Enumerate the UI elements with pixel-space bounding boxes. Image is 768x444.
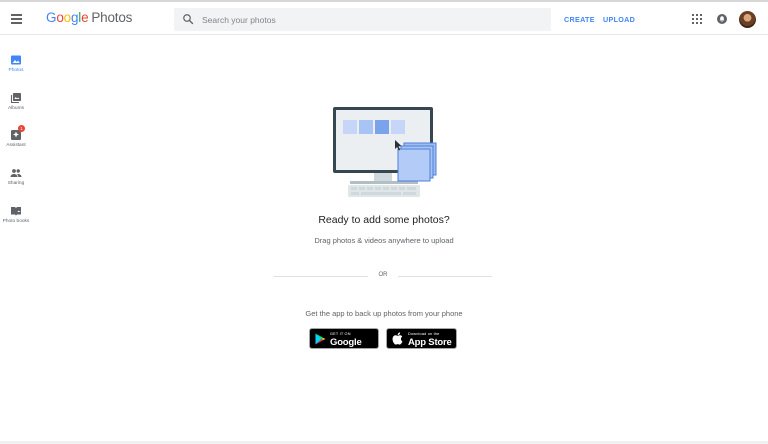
sidebar-item-assistant[interactable]: 1 Assistant <box>0 125 32 159</box>
sidebar-item-label: Assistant <box>6 143 26 148</box>
app-store-label: App Store <box>408 337 452 348</box>
search-bar[interactable] <box>174 8 551 31</box>
empty-state-subtitle: Drag photos & videos anywhere to upload <box>314 236 454 245</box>
get-app-prompt: Get the app to back up photos from your … <box>305 309 463 318</box>
account-avatar[interactable] <box>739 11 756 28</box>
sidebar-item-label: Albums <box>8 106 24 111</box>
top-app-bar: GooglePhotos CREATE UPLOAD <box>0 0 768 35</box>
logo-product-name: Photos <box>91 10 133 25</box>
logo-letter: G <box>46 10 57 25</box>
menu-icon-line <box>11 14 22 16</box>
app-store-button[interactable]: Download on the App Store <box>386 328 457 349</box>
apps-grid-icon[interactable] <box>692 14 702 24</box>
notifications-icon[interactable] <box>716 13 728 25</box>
google-play-label: Google Play <box>330 337 362 359</box>
sidebar-item-label: Sharing <box>7 181 25 186</box>
photo-icon <box>11 55 21 65</box>
apple-icon <box>392 332 403 345</box>
google-play-icon <box>315 333 326 345</box>
google-play-button[interactable]: GET IT ON Google Play <box>309 328 379 359</box>
sidebar-item-photos[interactable]: Photos <box>0 54 32 84</box>
main-menu-button[interactable] <box>8 9 26 27</box>
divider-right <box>398 276 492 277</box>
google-photos-logo[interactable]: Google Photos <box>46 10 132 25</box>
sidebar-item-sharing[interactable]: Sharing <box>0 167 32 197</box>
empty-state-illustration <box>333 107 437 197</box>
google-play-small-text: GET IT ON <box>330 332 351 336</box>
menu-icon-line <box>11 22 22 24</box>
empty-state-title: Ready to add some photos? <box>318 214 450 226</box>
assistant-badge: 1 <box>18 125 25 132</box>
logo-letter: e <box>81 10 89 25</box>
sidebar-item-label: Photos <box>8 68 24 73</box>
menu-icon-line <box>11 18 22 20</box>
divider-left <box>274 276 368 277</box>
people-icon <box>10 169 22 177</box>
app-store-small-text: Download on the <box>408 332 440 336</box>
sidebar-item-albums[interactable]: Albums <box>0 92 32 122</box>
create-button[interactable]: CREATE <box>564 15 595 24</box>
search-icon[interactable] <box>182 13 194 25</box>
upload-button[interactable]: UPLOAD <box>603 15 635 24</box>
albums-icon <box>10 93 21 104</box>
logo-letter: o <box>56 10 64 25</box>
logo-letter: o <box>63 10 72 25</box>
search-input[interactable] <box>202 10 522 29</box>
or-separator: OR <box>378 272 388 278</box>
